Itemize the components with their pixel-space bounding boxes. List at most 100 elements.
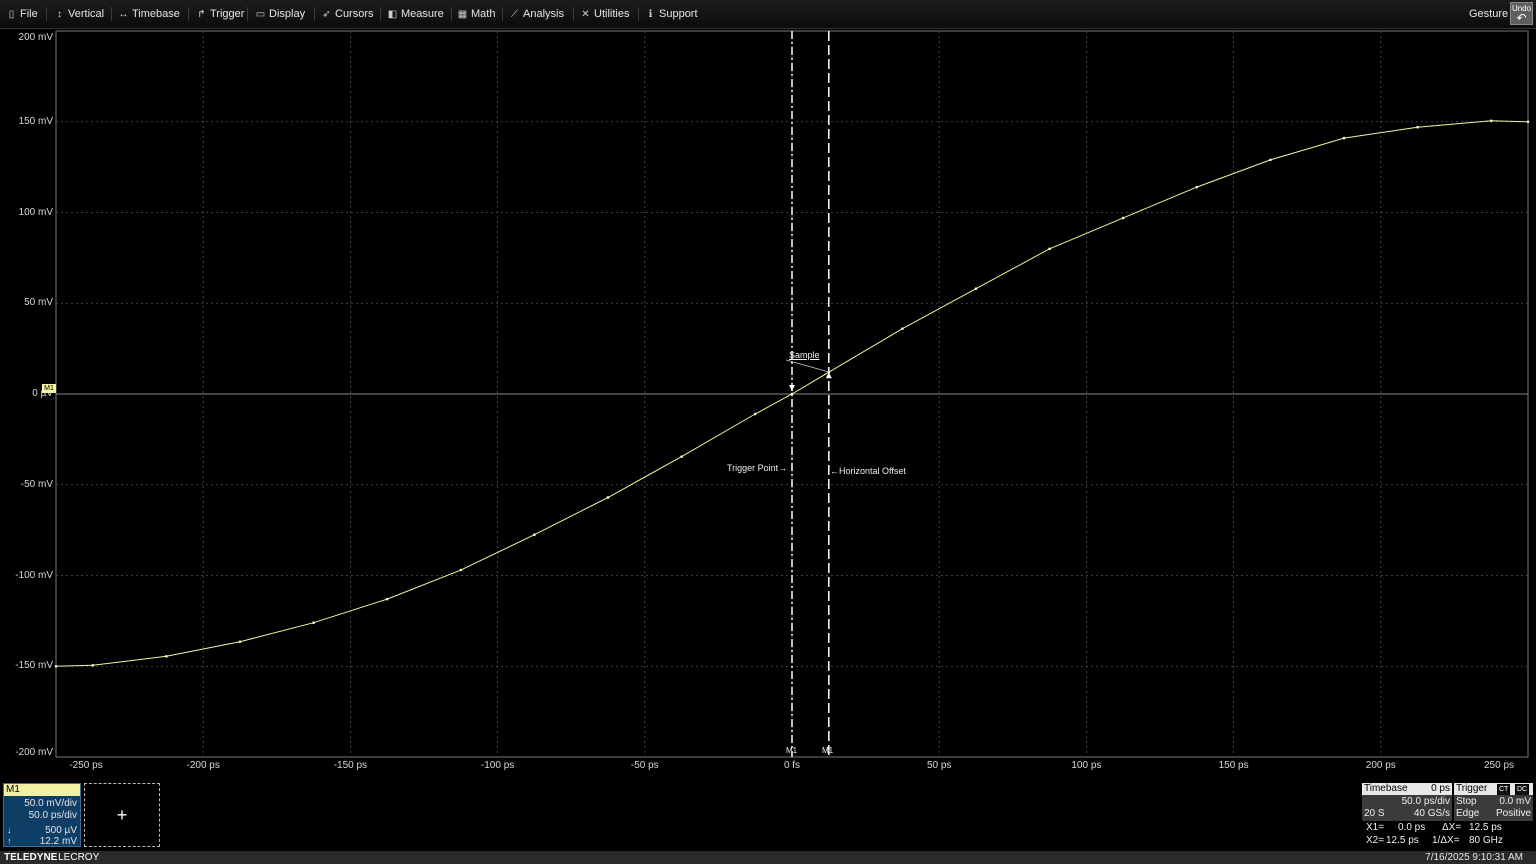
timebase-body[interactable]: 50.0 ps/div 20 S 40 GS/s [1362, 795, 1452, 821]
utilities-icon: ✕ [581, 9, 590, 20]
sample-point [901, 327, 904, 330]
menu-separator [314, 7, 315, 21]
inv-dx-label: 1/ΔX= [1432, 835, 1460, 846]
info-icon: ℹ [648, 9, 653, 20]
x-axis-label: 50 ps [926, 760, 952, 771]
trigger-header[interactable]: Trigger CT DC [1454, 783, 1533, 796]
menu-separator [573, 7, 574, 21]
sample-point [1048, 247, 1051, 251]
x-axis-label: 250 ps [1483, 760, 1515, 771]
m1-descriptor-box[interactable]: M1 50.0 mV/div 50.0 ps/div ↓ 500 µV ↑ 12… [3, 783, 81, 847]
sample-annotation: Sample [789, 350, 820, 360]
cursor1-label[interactable]: M1 [786, 746, 797, 755]
sample-point [238, 640, 242, 644]
trigger-point-annotation: Trigger Point→ [727, 463, 788, 473]
menu-display[interactable]: ▭ Display [255, 0, 305, 28]
status-footer: TELEDYNE LECROY 7/16/2025 9:10:31 AM [0, 851, 1536, 864]
menu-analysis[interactable]: ⟋ Analysis [509, 0, 564, 28]
timebase-header[interactable]: Timebase 0 ps [1362, 783, 1452, 795]
sample-point [533, 533, 536, 536]
x-axis-label: 150 ps [1218, 760, 1249, 771]
math-icon: ▦ [457, 9, 468, 20]
sample-point [165, 654, 168, 658]
trigger-mode: Stop [1456, 796, 1477, 807]
menu-measure[interactable]: ◧ Measure [387, 0, 444, 28]
menu-vertical[interactable]: ↕ Vertical [54, 0, 104, 28]
measure-icon: ◧ [387, 9, 398, 20]
cursor2-label[interactable]: M1 [822, 746, 833, 755]
analysis-icon: ⟋ [511, 9, 518, 20]
y-axis-label: -100 mV [15, 569, 53, 581]
sample-point [1416, 125, 1419, 129]
sample-point [54, 664, 58, 668]
menu-label: File [20, 8, 38, 20]
menu-label: Analysis [523, 8, 564, 20]
m1-val1: 500 µV [45, 825, 77, 836]
waveform-grid[interactable] [0, 30, 1536, 758]
y-axis-label: 50 mV [24, 297, 53, 309]
trace-ground-marker[interactable]: M1 [42, 384, 56, 393]
brand-logo: TELEDYNE LECROY [4, 852, 99, 863]
timestamp: 7/16/2025 9:10:31 AM [1425, 852, 1523, 863]
menu-label: Utilities [594, 8, 630, 20]
brand-name: TELEDYNE [4, 852, 58, 863]
brand-name-2: LECROY [58, 852, 100, 863]
trigger-body[interactable]: Stop 0.0 mV Edge Positive [1454, 795, 1533, 821]
menu-separator [188, 7, 189, 21]
sample-point [974, 287, 978, 291]
timebase-offset: 0 ps [1431, 783, 1450, 794]
m1-val2: 12.2 mV [39, 836, 77, 847]
x2-value: 12.5 ps [1386, 835, 1419, 846]
menu-trigger[interactable]: ↱ Trigger [196, 0, 244, 28]
down-arrow-icon: ↓ [7, 825, 12, 835]
y-axis-label: -50 mV [20, 478, 53, 490]
menu-label: Measure [401, 8, 444, 20]
x1-label: X1= [1366, 822, 1385, 833]
sample-point [606, 496, 610, 499]
menu-separator [502, 7, 503, 21]
sample-point [1121, 216, 1125, 220]
sample-point [91, 664, 95, 667]
cursor-readout[interactable]: X1= 0.0 ps ΔX= 12.5 ps X2= 12.5 ps 1/ΔX=… [1362, 822, 1533, 849]
m1-vdiv: 50.0 mV/div [24, 798, 77, 809]
timebase-samples: 20 S [1364, 808, 1385, 819]
dx-label: ΔX= [1442, 822, 1462, 833]
undo-arrow-icon: ↶ [1516, 11, 1527, 25]
display-icon: ▭ [255, 9, 266, 20]
add-trace-button[interactable]: + [84, 783, 160, 847]
gesture-label[interactable]: Gesture [1469, 8, 1508, 20]
menu-separator [451, 7, 452, 21]
undo-button[interactable]: Undo ↶ [1510, 2, 1533, 25]
menu-separator [111, 7, 112, 21]
menu-separator [380, 7, 381, 21]
menu-separator [46, 7, 47, 21]
trace-marker-label: M1 [44, 385, 54, 392]
timebase-per-div: 50.0 ps/div [1401, 796, 1450, 807]
menu-support[interactable]: ℹ Support [645, 0, 698, 28]
menu-label: Math [471, 8, 496, 20]
sample-point [1195, 185, 1199, 189]
y-axis-label: 100 mV [18, 206, 53, 218]
inv-dx-value: 80 GHz [1469, 835, 1503, 846]
trigger-icon: ↱ [197, 9, 206, 20]
sample-point [312, 621, 315, 624]
menu-file[interactable]: ▯ File [6, 0, 38, 28]
x-axis-label: -250 ps [69, 760, 103, 771]
dx-value: 12.5 ps [1469, 822, 1502, 833]
menu-cursors[interactable]: ➶ Cursors [321, 0, 373, 28]
menu-label: Vertical [68, 8, 105, 20]
x1-value: 0.0 ps [1398, 822, 1426, 833]
menu-utilities[interactable]: ✕ Utilities [580, 0, 629, 28]
menu-math[interactable]: ▦ Math [457, 0, 496, 28]
m1-title: M1 [4, 784, 80, 796]
sample-point [680, 455, 683, 458]
file-icon: ▯ [8, 9, 15, 20]
vertical-arrows-icon: ↕ [57, 9, 62, 20]
up-arrow-icon: ↑ [7, 836, 12, 846]
menu-timebase[interactable]: ↔ Timebase [118, 0, 180, 28]
x2-label: X2= [1366, 835, 1385, 846]
sample-point [753, 412, 757, 416]
x-axis-label: 100 ps [1071, 760, 1102, 771]
trigger-title: Trigger [1456, 783, 1488, 794]
sample-point [1269, 158, 1272, 162]
